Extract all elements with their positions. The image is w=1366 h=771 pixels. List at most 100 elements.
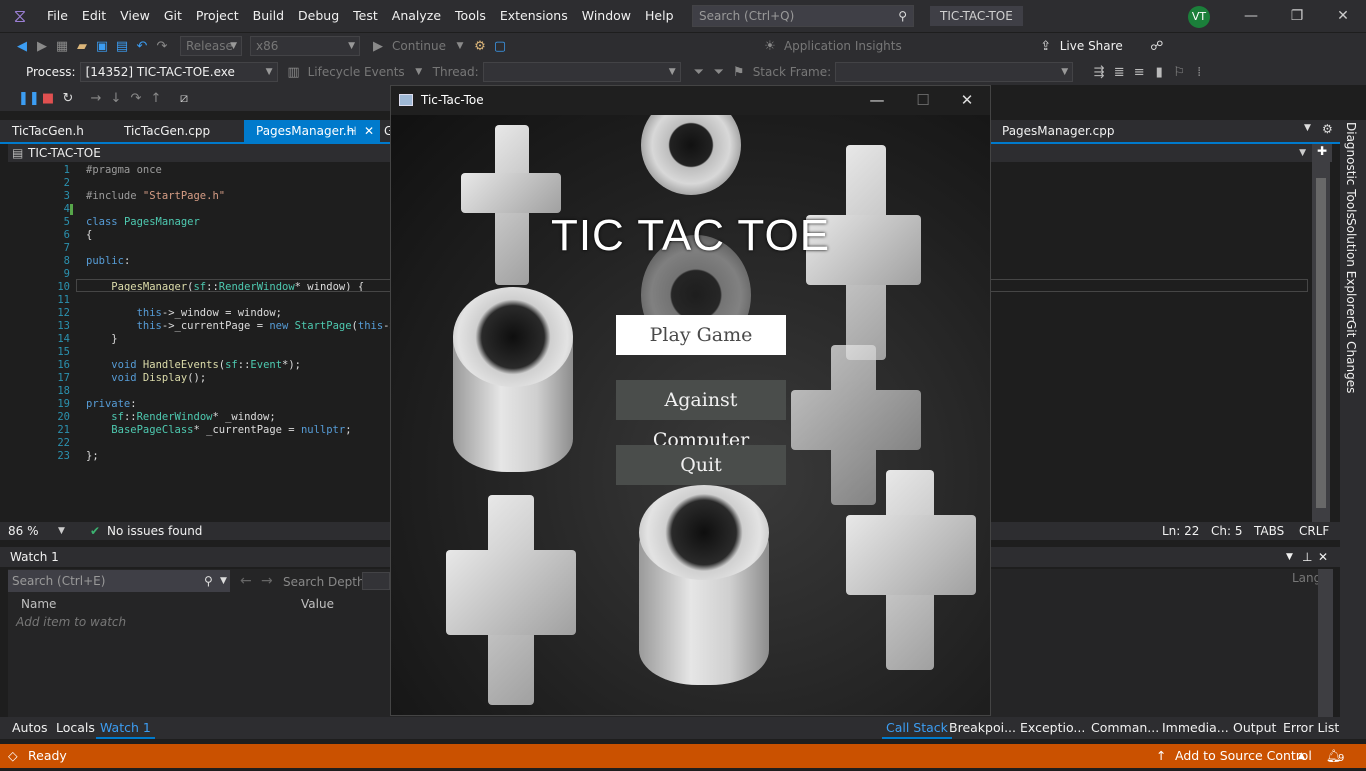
tab-immediate[interactable]: Immedia... (1158, 717, 1233, 739)
menu-test[interactable]: Test (346, 0, 385, 32)
tab-solution-explorer[interactable]: Solution Explorer (1344, 218, 1358, 321)
chevron-down-icon[interactable]: ▼ (1299, 144, 1306, 162)
back-arrow-icon[interactable]: ← (240, 573, 252, 589)
save-all-icon[interactable]: ▤ (112, 39, 132, 54)
chevron-up-icon[interactable]: ▲ (1298, 744, 1305, 768)
step-into-icon[interactable]: ↓ (106, 91, 126, 106)
menu-view[interactable]: View (113, 0, 157, 32)
line-indicator[interactable]: Ln: 22 (1162, 522, 1199, 540)
watch-scrollbar[interactable] (1318, 569, 1333, 717)
flag-icon[interactable]: ⚑ (729, 65, 749, 80)
forward-arrow-icon[interactable]: → (261, 573, 273, 589)
scrollbar-thumb[interactable] (1316, 178, 1326, 508)
avatar[interactable]: VT (1188, 6, 1210, 28)
watch-search-input[interactable]: Search (Ctrl+E) ⚲ ▼ (8, 570, 230, 592)
pause-icon[interactable]: ❚❚ (18, 91, 40, 106)
tab-breakpoints[interactable]: Breakpoi... (945, 717, 1020, 739)
tab-command[interactable]: Comman... (1087, 717, 1163, 739)
game-window-titlebar[interactable]: Tic-Tac-Toe — ☐ ✕ (391, 86, 990, 115)
game-canvas[interactable]: TIC TAC TOE Play Game Against Computer Q… (391, 115, 990, 715)
maximize-icon[interactable]: ☐ (900, 86, 946, 115)
minimize-icon[interactable]: — (1228, 0, 1274, 32)
pin-icon[interactable]: ⊣ (346, 120, 356, 142)
restart-icon[interactable]: ↻ (58, 91, 78, 106)
step-over-icon[interactable]: ↷ (126, 91, 146, 106)
menu-analyze[interactable]: Analyze (385, 0, 448, 32)
issues-status[interactable]: No issues found (107, 522, 202, 540)
tab-git-changes[interactable]: Git Changes (1344, 320, 1358, 393)
menu-git[interactable]: Git (157, 0, 189, 32)
pin-icon[interactable]: ⊥ (1302, 547, 1312, 567)
column-indicator[interactable]: Ch: 5 (1211, 522, 1242, 540)
menu-extensions[interactable]: Extensions (493, 0, 575, 32)
eol-indicator[interactable]: CRLF (1299, 522, 1329, 540)
stack-frame-select[interactable]: ▼ (835, 62, 1074, 82)
add-to-source-control-button[interactable]: Add to Source Control (1175, 744, 1312, 768)
redo-icon[interactable]: ↷ (152, 39, 172, 54)
step-out-icon[interactable]: ↑ (146, 91, 166, 106)
close-icon[interactable]: ✕ (944, 86, 990, 115)
tab-locals[interactable]: Locals (52, 717, 99, 739)
tab-watch1[interactable]: Watch 1 (96, 717, 155, 739)
chevron-down-icon[interactable]: ▼ (220, 570, 227, 592)
tab-exceptions[interactable]: Exceptio... (1016, 717, 1089, 739)
restore-icon[interactable]: ❐ (1274, 0, 1320, 32)
close-tab-icon[interactable]: ✕ (364, 120, 374, 142)
minimize-icon[interactable]: — (854, 86, 900, 115)
menu-edit[interactable]: Edit (75, 0, 113, 32)
lifecycle-events-button[interactable]: Lifecycle Events (304, 65, 409, 79)
filter-icon[interactable]: ⏷ (689, 65, 709, 80)
play-icon[interactable]: ▶ (368, 39, 388, 54)
close-icon[interactable]: ✕ (1318, 547, 1328, 567)
menu-file[interactable]: File (40, 0, 75, 32)
tab-list-dropdown-icon[interactable]: ▼ (1304, 123, 1311, 133)
show-next-statement-icon[interactable]: → (86, 91, 106, 106)
zoom-select[interactable]: 86 % (8, 522, 39, 540)
thread-select[interactable]: ▼ (482, 62, 681, 82)
close-icon[interactable]: ✕ (1320, 0, 1366, 32)
chevron-down-icon[interactable]: ▼ (409, 67, 429, 77)
tab-output[interactable]: Output (1229, 717, 1280, 739)
tab-pagesmanager-cpp[interactable]: PagesManager.cpp (990, 120, 1126, 142)
feedback-icon[interactable]: ☍ (1147, 39, 1167, 54)
search-depth-select[interactable] (362, 572, 390, 590)
back-icon[interactable]: ◀ (12, 39, 32, 54)
continue-button[interactable]: Continue (388, 39, 450, 53)
menu-tools[interactable]: Tools (448, 0, 493, 32)
chevron-down-icon[interactable]: ▼ (450, 41, 470, 51)
save-icon[interactable]: ▣ (92, 39, 112, 54)
browser-icon[interactable]: ▢ (490, 39, 510, 54)
add-watch-row[interactable]: Add item to watch (16, 614, 296, 630)
tab-pagesmanager-h[interactable]: PagesManager.h ⊣ ✕ (244, 120, 380, 142)
column-lang[interactable]: Lang (1292, 571, 1321, 585)
tab-tictacgen-cpp[interactable]: TicTacGen.cpp (112, 120, 222, 142)
menu-project[interactable]: Project (189, 0, 246, 32)
configuration-select[interactable]: Release ▼ (180, 36, 242, 56)
application-insights-button[interactable]: Application Insights (780, 39, 906, 53)
chevron-down-icon[interactable]: ▼ (58, 522, 65, 540)
bookmark-icon[interactable]: ▮ (1149, 65, 1169, 80)
column-value[interactable]: Value (301, 595, 334, 613)
open-folder-icon[interactable]: ▰ (72, 39, 92, 54)
outdent-icon[interactable]: ≡ (1129, 65, 1149, 80)
search-input[interactable]: Search (Ctrl+Q) ⚲ (692, 5, 914, 27)
split-editor-icon[interactable]: ✚ (1312, 144, 1332, 162)
menu-debug[interactable]: Debug (291, 0, 346, 32)
threads-icon[interactable]: ⇶ (1089, 65, 1109, 80)
platform-select[interactable]: x86 ▼ (250, 36, 360, 56)
new-item-icon[interactable]: ▦ (52, 39, 72, 54)
tab-tictacgen-h[interactable]: TicTacGen.h (0, 120, 96, 142)
bookmark-next-icon[interactable]: ⁞ (1189, 65, 1209, 80)
bookmark-prev-icon[interactable]: ⚐ (1169, 65, 1189, 80)
hex-display-icon[interactable]: ⧄ (174, 91, 194, 106)
tab-call-stack[interactable]: Call Stack (882, 717, 952, 739)
tab-error-list[interactable]: Error List (1279, 717, 1343, 739)
chevron-down-icon[interactable]: ▼ (1286, 547, 1293, 567)
filter-clear-icon[interactable]: ⏷ (709, 65, 729, 80)
live-share-button[interactable]: Live Share (1056, 39, 1127, 53)
menu-build[interactable]: Build (246, 0, 291, 32)
play-game-button[interactable]: Play Game (616, 315, 786, 355)
undo-icon[interactable]: ↶ (132, 39, 152, 54)
process-select[interactable]: [14352] TIC-TAC-TOE.exe ▼ (79, 62, 278, 82)
forward-icon[interactable]: ▶ (32, 39, 52, 54)
